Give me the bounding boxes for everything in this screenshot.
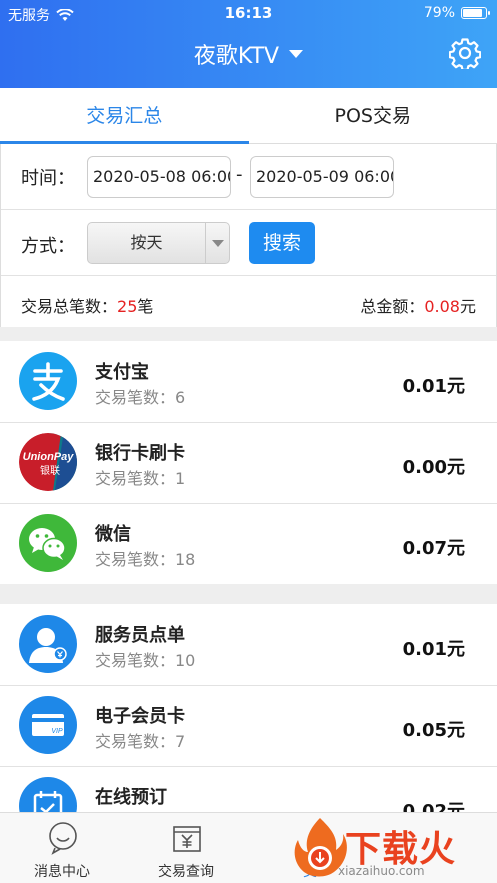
segment-tabs: 交易汇总 POS交易	[0, 88, 497, 144]
total-amount-unit: 元	[459, 297, 476, 316]
transaction-icon	[173, 826, 201, 852]
list-item-alipay[interactable]: 支付宝 交易笔数：6 0.01元	[0, 341, 497, 423]
battery-fill	[463, 9, 482, 17]
battery-icon	[461, 7, 490, 19]
page-title: 夜歌KTV	[193, 44, 280, 69]
item-amount: 0.01元	[402, 376, 465, 397]
filter-panel: 时间： 2020-05-08 06:00 - 2020-05-09 06:00 …	[0, 144, 497, 327]
item-count: 交易笔数：1	[95, 469, 186, 488]
unionpay-icon: UnionPay 银联	[19, 433, 77, 491]
end-date-field[interactable]: 2020-05-09 06:00	[250, 156, 394, 198]
store-selector[interactable]: 夜歌KTV	[0, 38, 497, 70]
tabbar-item-transactions[interactable]: 交易查询	[124, 813, 248, 883]
item-name: 微信	[95, 524, 131, 545]
status-bar: 无服务 16:13 79%	[0, 0, 497, 26]
item-name: 支付宝	[95, 362, 149, 383]
waiter-icon	[19, 615, 77, 673]
mode-select[interactable]: 按天	[87, 222, 230, 264]
date-separator: -	[236, 164, 243, 185]
item-amount: 0.00元	[402, 457, 465, 478]
message-icon	[49, 822, 77, 855]
total-count-label: 交易总笔数：	[21, 297, 118, 316]
unionpay-logo-cn: 银联	[40, 464, 60, 477]
tabbar-label: 消息中心	[34, 864, 90, 880]
unionpay-logo-text: UnionPay	[23, 451, 75, 463]
caret-down-icon	[289, 50, 304, 58]
item-count: 交易笔数：6	[95, 388, 186, 407]
payment-method-list: 支付宝 交易笔数：6 0.01元 UnionPay 银联 银行卡刷卡 交易笔数：…	[0, 341, 497, 584]
status-time: 16:13	[224, 4, 273, 22]
mode-label: 方式：	[21, 236, 75, 257]
total-amount-value: 0.08	[424, 297, 460, 316]
list-item-member-card[interactable]: VIP 电子会员卡 交易笔数：7 0.05元	[0, 685, 497, 767]
total-amount-label: 总金额：	[360, 297, 425, 316]
total-count-value: 25	[117, 297, 138, 316]
watermark-url: xiazaihuo.com	[338, 864, 425, 878]
watermark: 下载火 xiazaihuo.com	[290, 812, 497, 883]
item-amount: 0.01元	[402, 639, 465, 660]
item-amount: 0.05元	[402, 720, 465, 741]
list-item-online-booking[interactable]: 在线预订 0.02元	[0, 766, 497, 812]
start-date-field[interactable]: 2020-05-08 06:00	[87, 156, 231, 198]
wechat-icon	[19, 514, 77, 572]
list-item-wechat[interactable]: 微信 交易笔数：18 0.07元	[0, 503, 497, 585]
item-count: 交易笔数：18	[95, 550, 196, 569]
channel-list: 服务员点单 交易笔数：10 0.01元 VIP 电子会员卡 交易笔数：7 0.0…	[0, 604, 497, 812]
gear-icon[interactable]	[449, 37, 481, 69]
tabbar-label: 交易查询	[158, 864, 214, 880]
total-amount: 总金额：0.08元	[360, 288, 476, 326]
battery-percent: 79%	[423, 5, 455, 21]
alipay-icon	[19, 352, 77, 410]
item-name: 银行卡刷卡	[95, 443, 185, 464]
tab-pos-transactions[interactable]: POS交易	[249, 88, 497, 143]
item-amount: 0.07元	[402, 538, 465, 559]
total-count: 交易总笔数：25笔	[21, 288, 153, 326]
time-label: 时间：	[21, 168, 75, 189]
item-name: 电子会员卡	[95, 706, 185, 727]
list-item-waiter-order[interactable]: 服务员点单 交易笔数：10 0.01元	[0, 604, 497, 686]
app-header: 无服务 16:13 79% 夜歌KTV	[0, 0, 497, 88]
total-count-unit: 笔	[137, 297, 154, 316]
time-row: 时间： 2020-05-08 06:00 - 2020-05-09 06:00	[1, 144, 496, 210]
chevron-down-icon	[205, 223, 229, 263]
tabbar-item-messages[interactable]: 消息中心	[0, 813, 124, 883]
vip-label: VIP	[51, 728, 63, 735]
calendar-icon	[19, 777, 77, 812]
search-button[interactable]: 搜索	[249, 222, 315, 264]
tab-transaction-summary[interactable]: 交易汇总	[0, 88, 249, 144]
item-name: 服务员点单	[95, 625, 185, 646]
list-item-bankcard[interactable]: UnionPay 银联 银行卡刷卡 交易笔数：1 0.00元	[0, 422, 497, 504]
item-count: 交易笔数：10	[95, 651, 196, 670]
item-count: 交易笔数：7	[95, 732, 186, 751]
vip-card-icon: VIP	[19, 696, 77, 754]
item-name: 在线预订	[95, 787, 167, 808]
mode-select-value: 按天	[130, 233, 163, 252]
item-amount: 0.02元	[402, 801, 465, 812]
